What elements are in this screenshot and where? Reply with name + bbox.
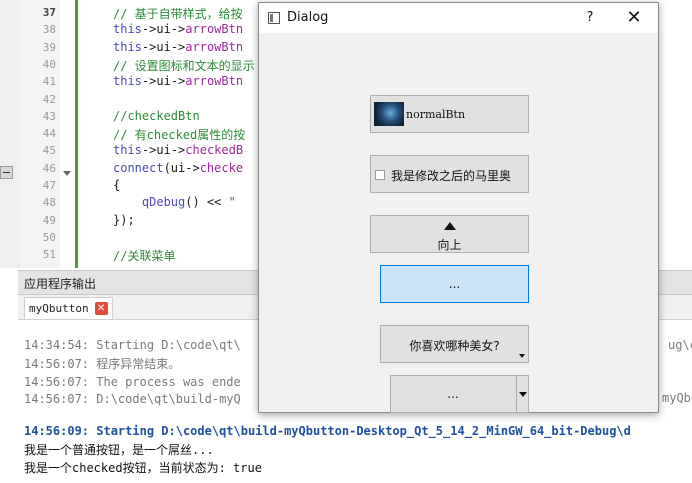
code-token: }); [113,213,135,227]
code-token: arrowBtn [185,40,244,54]
code-token: // 有checked属性的按 [113,128,246,142]
dialog-title: Dialog [287,10,329,25]
code-token: //关联菜单 [113,249,176,263]
code-line: { [113,178,120,192]
line-number: 40 [42,58,56,71]
split-tool-button[interactable]: ... [390,375,529,413]
arrow-up-button[interactable]: 向上 [370,215,529,253]
line-number: 51 [42,248,56,261]
menu-button-label: 你喜欢哪种美女? [409,339,500,353]
editor-left-gutter [0,0,20,268]
code-line: //关联菜单 [113,247,175,264]
menu-button[interactable]: 你喜欢哪种美女? [380,325,529,363]
code-token: { [113,178,121,192]
normal-button-label: normalBtn [406,108,466,121]
arrow-up-icon [444,222,456,230]
code-token: // 设置图标和文本的显示 [113,59,255,73]
line-number: 44 [42,127,56,140]
code-token: ->ui-> [141,143,186,157]
line-number: 41 [42,75,56,88]
focused-tool-button[interactable]: ... [380,265,529,303]
code-token: this [113,40,142,54]
collapse-panel-button[interactable] [0,166,13,179]
checked-button[interactable]: 我是修改之后的马里奥 [370,155,529,193]
tab-close-icon[interactable]: ✕ [94,302,108,315]
code-line: qDebug() << " [113,195,236,209]
code-token: (ui-> [163,161,200,175]
line-number: 37 [42,6,56,19]
split-button-label: ... [447,387,459,401]
code-line: this->ui->arrowBtn [113,74,243,88]
line-number: 49 [42,214,56,227]
line-number: 48 [42,196,56,209]
arrow-up-button-label: 向上 [437,238,462,252]
avatar-icon [374,102,404,126]
code-token: //checkedBtn [113,109,200,123]
menu-indicator-icon [519,354,525,358]
code-line: connect(ui->checke [113,161,243,175]
code-token: this [113,22,142,36]
checked-button-label: 我是修改之后的马里奥 [391,169,512,183]
code-line: //checkedBtn [113,109,200,123]
code-token: // 基于自带样式，给按 [113,7,243,21]
code-line: this->ui->checkedB [113,143,243,157]
dropdown-arrow-icon[interactable] [519,392,527,397]
code-line: // 设置图标和文本的显示 [113,57,255,74]
line-number: 47 [42,179,56,192]
window-app-icon [268,12,280,24]
dialog-titlebar[interactable]: Dialog ? ✕ [259,3,658,33]
close-button[interactable]: ✕ [619,7,649,29]
line-number: 43 [42,110,56,123]
line-number: 45 [42,144,56,157]
code-token: " [228,195,236,209]
code-token: this [113,143,142,157]
output-fragment: myQb [662,391,691,405]
output-line: 我是一个checked按钮，当前状态为: true [24,461,262,475]
fold-marker-icon[interactable] [63,171,71,176]
code-token: qDebug [113,195,186,209]
code-token: arrowBtn [185,74,244,88]
line-number: 46 [42,162,56,175]
dialog-window: Dialog ? ✕ normalBtn 我是修改之后的马里奥 向上 ... 你… [258,2,659,413]
output-panel-title: 应用程序输出 [24,277,97,291]
output-line: 14:56:07: 程序异常结束。 [24,357,181,371]
output-fragment: ug\c [668,338,692,352]
code-token: ->ui-> [141,74,186,88]
code-token: ->ui-> [141,22,186,36]
modified-lines-marker [75,0,78,268]
code-line: this->ui->arrowBtn [113,22,243,36]
code-token: arrowBtn [185,22,244,36]
tab-myqbutton[interactable]: myQbutton ✕ [24,297,113,319]
code-token: () << [185,195,229,209]
code-token: this [113,74,142,88]
line-number: 38 [42,23,56,36]
normal-button[interactable]: normalBtn [370,95,529,133]
split-divider [516,376,517,412]
output-line: 14:34:54: Starting D:\code\qt\ [24,338,241,352]
output-line: 我是一个普通按钮，是一个屌丝... [24,443,214,457]
line-number: 42 [42,93,56,106]
code-line: this->ui->arrowBtn [113,40,243,54]
line-number: 50 [42,231,56,244]
code-token: checke [199,161,244,175]
output-line: 14:56:07: The process was ende [24,375,241,389]
image-icon [375,170,385,180]
code-token: checkedB [185,143,244,157]
code-token: ->ui-> [141,40,186,54]
code-line: }); [113,213,135,227]
code-line: // 有checked属性的按 [113,126,245,143]
help-button[interactable]: ? [575,7,605,29]
line-number: 39 [42,41,56,54]
code-line: // 基于自带样式，给按 [113,5,243,22]
tab-label: myQbutton [29,302,89,315]
output-line: 14:56:09: Starting D:\code\qt\build-myQb… [24,424,631,438]
output-line: 14:56:07: D:\code\qt\build-myQ [24,392,241,406]
code-token: connect [113,161,164,175]
